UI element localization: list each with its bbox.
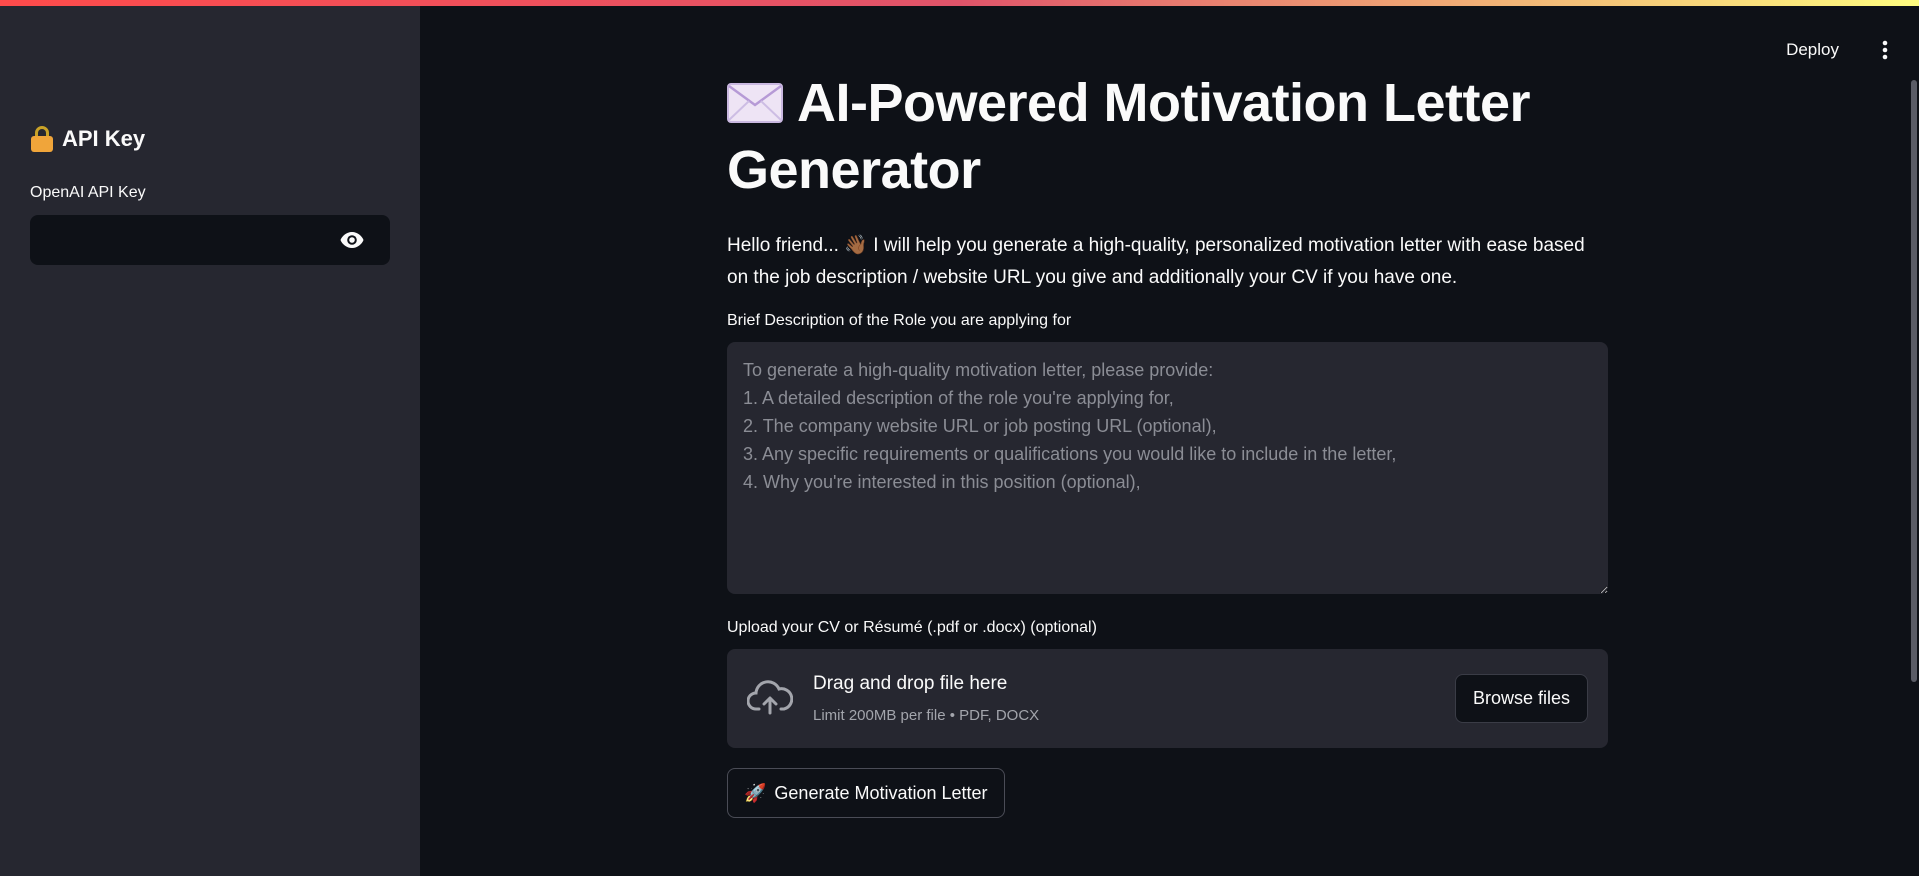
sidebar: API Key OpenAI API Key [0,6,420,876]
dropzone-limit: Limit 200MB per file • PDF, DOCX [813,707,1040,724]
dropzone-title: Drag and drop file here [813,673,1008,694]
intro-greeting: Hello friend... [727,235,839,256]
main-content: AI-Powered Motivation Letter Generator H… [727,70,1608,818]
deploy-button[interactable]: Deploy [1786,40,1839,60]
sidebar-title-text: API Key [62,126,146,151]
api-key-field [30,215,390,265]
header-actions: Deploy [1786,30,1919,70]
api-key-input[interactable] [30,215,350,265]
sidebar-title: API Key [30,126,145,152]
top-decoration-bar [0,0,1919,6]
generate-letter-button[interactable]: 🚀 Generate Motivation Letter [727,768,1005,818]
generate-letter-label: Generate Motivation Letter [774,782,988,803]
envelope-icon [727,83,783,123]
eye-icon[interactable] [340,231,364,249]
cv-upload-label: Upload your CV or Résumé (.pdf or .docx)… [727,619,1097,636]
api-key-label: OpenAI API Key [30,184,146,201]
page-title-text: AI-Powered Motivation Letter Generator [727,73,1531,200]
role-description-label: Brief Description of the Role you are ap… [727,312,1072,329]
page-title: AI-Powered Motivation Letter Generator [727,70,1608,204]
kebab-menu-icon[interactable] [1865,30,1905,70]
rocket-icon: 🚀 [744,782,767,803]
intro-text: Hello friend... 👋🏾 I will help you gener… [727,230,1608,294]
cv-upload-dropzone[interactable]: Drag and drop file here Limit 200MB per … [727,649,1608,748]
wave-icon: 👋🏾 [844,235,868,256]
browse-files-button[interactable]: Browse files [1455,674,1588,723]
cloud-upload-icon [747,680,793,715]
main-scrollbar[interactable] [1911,80,1917,682]
role-description-input[interactable] [727,342,1608,594]
lock-icon [30,126,54,152]
